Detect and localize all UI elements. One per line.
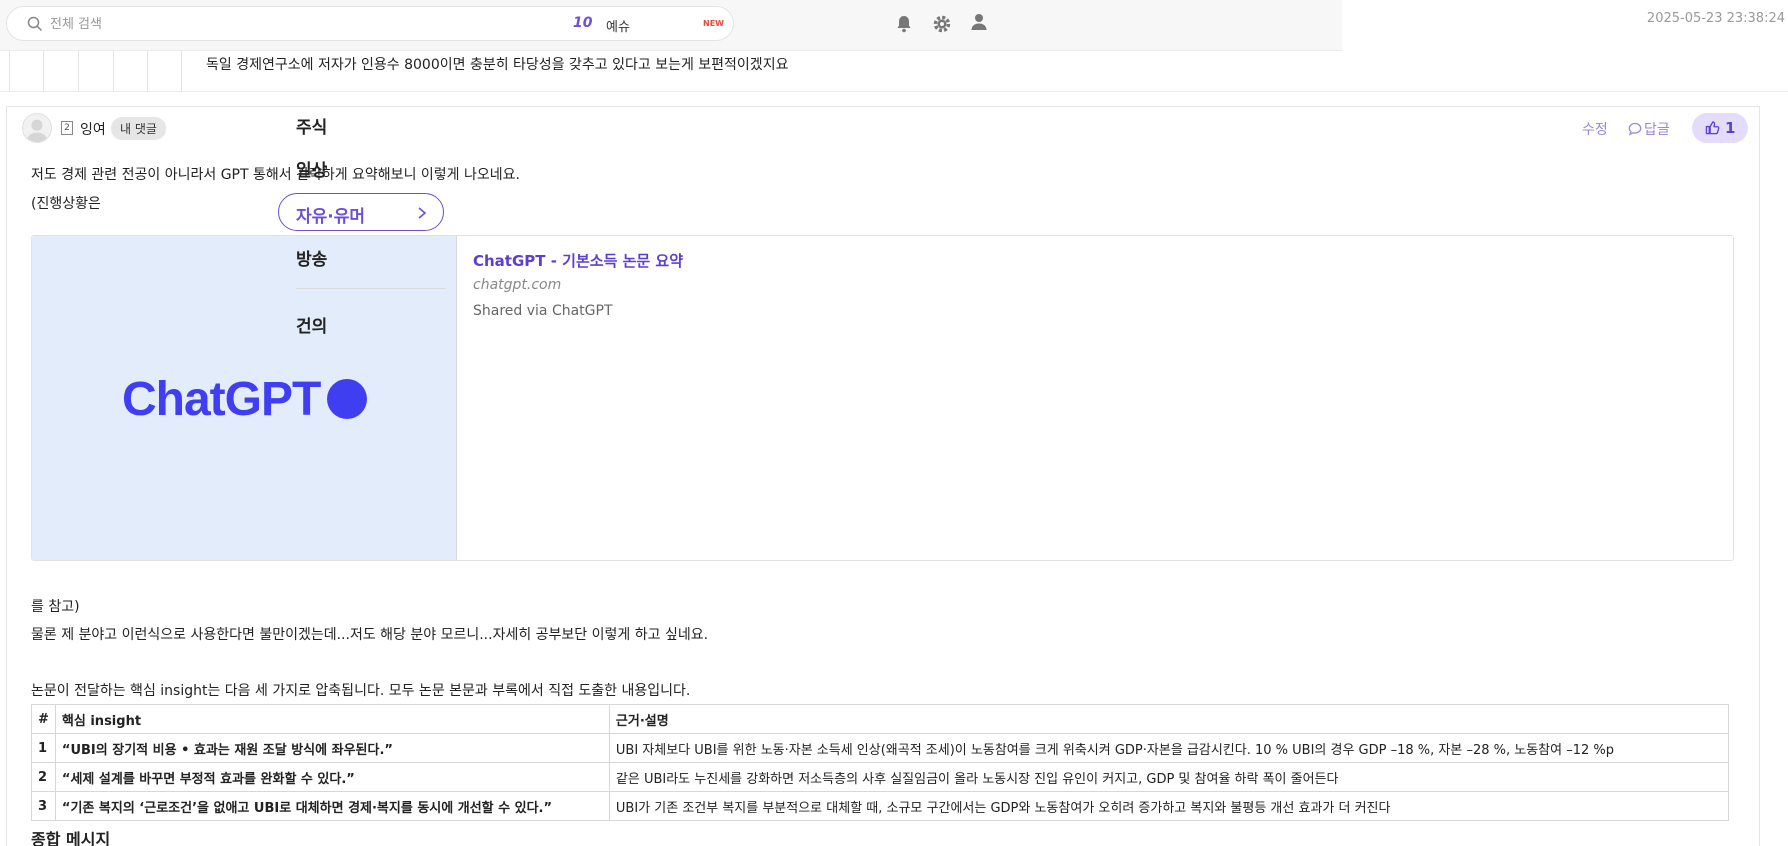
- comment-text-line: 물론 제 분야고 이런식으로 사용한다면 불만이겠는데...저도 해당 분야 모…: [31, 627, 709, 643]
- author-name[interactable]: 잉여: [80, 119, 106, 139]
- table-header: 근거·설명: [608, 704, 1730, 734]
- search-input[interactable]: [50, 15, 450, 33]
- search-icon: [27, 16, 43, 32]
- bell-icon[interactable]: [893, 13, 915, 35]
- comment-text-line: (진행상황은: [31, 196, 101, 212]
- thread-line: [78, 51, 79, 92]
- thumbs-up-icon: [1705, 121, 1720, 135]
- category-item[interactable]: 일상: [296, 156, 327, 181]
- table-cell-insight: “세제 설계를 바꾸면 부정적 효과를 완화할 수 있다.”: [54, 762, 610, 792]
- link-preview-description: Shared via ChatGPT: [473, 303, 613, 319]
- table-cell-insight: “UBI의 장기적 비용 • 효과는 재원 조달 방식에 좌우된다.”: [54, 733, 610, 763]
- thread-line: [43, 51, 44, 92]
- summary-heading: 종합 메시지: [31, 830, 111, 846]
- table-cell-detail: 같은 UBI라도 누진세를 강화하면 저소득층의 사후 실질임금이 올라 노동시…: [608, 762, 1730, 792]
- chatgpt-logo: ChatGPT: [122, 373, 321, 426]
- table-cell-num: 3: [31, 791, 56, 821]
- thread-line: [9, 51, 10, 92]
- link-preview-title[interactable]: ChatGPT - 기본소득 논문 요약: [473, 250, 683, 271]
- link-preview-domain: chatgpt.com: [473, 277, 562, 293]
- trend-keyword[interactable]: 예슈: [606, 16, 630, 35]
- previous-comment-text: 독일 경제연구소에 저자가 인용수 8000이면 충분히 타당성을 갖추고 있다…: [206, 57, 789, 73]
- category-item[interactable]: 건의: [296, 312, 327, 337]
- comment-text-line: 를 참고): [31, 599, 80, 615]
- comment-bubble-icon: [1628, 122, 1642, 136]
- table-cell-insight: “기존 복지의 ‘근로조건’을 없애고 UBI로 대체하면 경제·복지를 동시에…: [54, 791, 610, 821]
- new-badge: NEW: [703, 19, 724, 28]
- insight-table: # 핵심 insight 근거·설명 1 “UBI의 장기적 비용 • 효과는 …: [31, 704, 1730, 821]
- trend-rank: 10: [573, 15, 593, 31]
- comment-text-line: 논문이 전달하는 핵심 insight는 다음 세 가지로 압축됩니다. 모두 …: [31, 683, 691, 699]
- category-item[interactable]: 주식: [296, 113, 327, 138]
- like-count: 1: [1725, 119, 1736, 137]
- table-row: 1 “UBI의 장기적 비용 • 효과는 재원 조달 방식에 좌우된다.” UB…: [31, 733, 1730, 763]
- table-cell-num: 1: [31, 733, 56, 763]
- category-item-active[interactable]: 자유·유머: [278, 193, 444, 231]
- logo-dot: [327, 379, 367, 419]
- table-cell-num: 2: [31, 762, 56, 792]
- thread-line: [147, 51, 148, 92]
- table-header: 핵심 insight: [54, 704, 610, 734]
- reply-label: 답글: [1644, 122, 1670, 138]
- table-header-row: # 핵심 insight 근거·설명: [31, 704, 1730, 734]
- table-header: #: [31, 704, 56, 734]
- thread-line: [113, 51, 114, 92]
- category-active-label: 자유·유머: [296, 207, 366, 227]
- table-cell-detail: UBI가 기존 조건부 복지를 부분적으로 대체할 때, 소규모 구간에서는 G…: [608, 791, 1730, 821]
- avatar[interactable]: [22, 113, 52, 143]
- reply-button[interactable]: 답글: [1628, 119, 1670, 139]
- table-cell-detail: UBI 자체보다 UBI를 위한 노동·자본 소득세 인상(왜곡적 조세)이 노…: [608, 733, 1730, 763]
- top-bar: 10 예슈 NEW: [0, 0, 1342, 51]
- my-comment-badge: 내 댓글: [111, 117, 166, 140]
- category-divider: [296, 288, 446, 289]
- category-item[interactable]: 방송: [296, 245, 327, 270]
- table-row: 3 “기존 복지의 ‘근로조건’을 없애고 UBI로 대체하면 경제·복지를 동…: [31, 791, 1730, 821]
- like-button[interactable]: 1: [1692, 113, 1748, 143]
- category-menu: 주식 일상 자유·유머 방송 건의: [276, 106, 446, 346]
- gear-icon[interactable]: [931, 13, 953, 35]
- timestamp: 2025-05-23 23:38:24: [1646, 11, 1785, 26]
- user-level-badge: 2: [61, 121, 73, 135]
- user-icon[interactable]: [968, 11, 990, 33]
- search-box[interactable]: 10 예슈 NEW: [6, 6, 734, 41]
- table-row: 2 “세제 설계를 바꾸면 부정적 효과를 완화할 수 있다.” 같은 UBI라…: [31, 762, 1730, 792]
- edit-button[interactable]: 수정: [1582, 119, 1608, 139]
- chevron-right-icon: [418, 207, 427, 219]
